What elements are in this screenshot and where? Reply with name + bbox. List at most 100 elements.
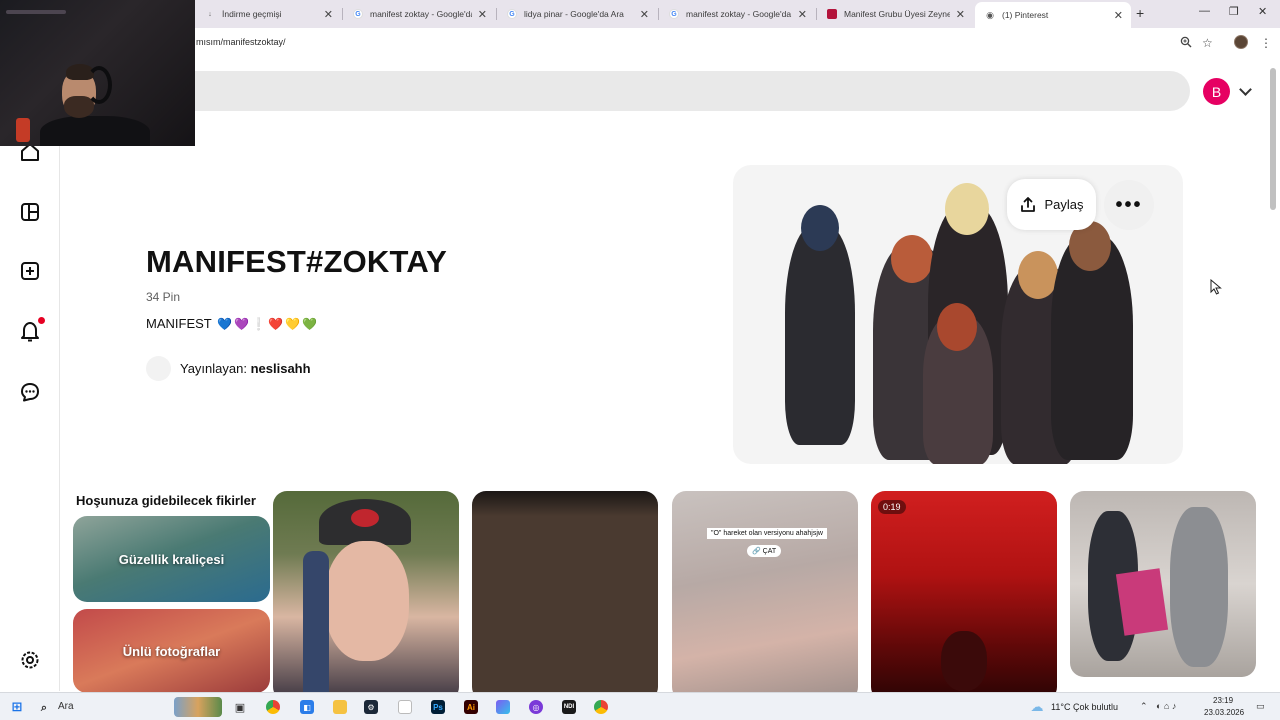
- bookmark-star-icon[interactable]: ☆: [1202, 36, 1213, 50]
- owner-prefix: Yayınlayan:: [180, 361, 247, 376]
- red-heart-icon: ❤️: [268, 316, 284, 331]
- tab-pinterest[interactable]: ◉ (1) Pinterest ✕: [975, 2, 1131, 28]
- google-icon: G: [353, 9, 363, 19]
- search-input[interactable]: [148, 71, 1190, 111]
- pin-image-person: [1170, 507, 1228, 667]
- pin-image-face: [325, 541, 409, 661]
- ideas-title: Hoşunuza gidebilecek fikirler: [76, 493, 256, 508]
- pin-card-video[interactable]: 0:19: [871, 491, 1057, 701]
- google-icon: G: [507, 9, 517, 19]
- tab-download-history[interactable]: ↓ İndirme geçmişi ✕: [195, 4, 341, 24]
- close-tab-icon[interactable]: ✕: [956, 8, 965, 21]
- webcam-background-shelf: [6, 10, 66, 14]
- photoshop-icon[interactable]: Ps: [431, 700, 445, 714]
- app-icon[interactable]: ◎: [529, 700, 543, 714]
- close-window-icon[interactable]: ✕: [1258, 5, 1267, 18]
- search-highlight-image[interactable]: [174, 697, 222, 717]
- tab-manifest-article[interactable]: Manifest Grubu Üyesi Zeynep S ✕: [817, 4, 973, 24]
- tab-google-search-3[interactable]: G manifest zoktay - Google'da Ara ✕: [659, 4, 815, 24]
- minimize-icon[interactable]: —: [1199, 5, 1210, 17]
- owner-avatar[interactable]: [146, 356, 171, 381]
- url-field[interactable]: mısım/manifestzoktay/: [196, 37, 286, 47]
- webcam-overlay: [0, 0, 195, 146]
- clock-date[interactable]: 23.03.2026: [1204, 708, 1244, 717]
- tab-google-search-2[interactable]: G lidya pinar - Google'da Ara ✕: [497, 4, 657, 24]
- cover-person: [785, 225, 855, 445]
- pin-caption: "O" hareket olan versiyonu ahahjsjw: [707, 528, 827, 539]
- mouse-cursor-icon: [1210, 278, 1222, 298]
- chevron-down-icon[interactable]: [1239, 83, 1252, 96]
- webcam-person-body: [40, 116, 150, 146]
- close-tab-icon[interactable]: ✕: [640, 8, 649, 21]
- taskbar-search[interactable]: Ara: [58, 701, 74, 712]
- pin-card[interactable]: [273, 491, 459, 701]
- idea-label: Güzellik kraliçesi: [118, 551, 225, 567]
- chat-icon[interactable]: [19, 381, 41, 403]
- user-avatar[interactable]: B: [1203, 78, 1230, 105]
- pin-count: 34 Pin: [146, 290, 181, 304]
- pin-image-magazine: [1115, 568, 1169, 636]
- tray-icons[interactable]: ◐ ⌂ ♪: [1156, 701, 1176, 711]
- bell-icon[interactable]: [19, 320, 41, 342]
- blue-heart-icon: 💙: [217, 316, 233, 331]
- owner-line: Yayınlayan: neslisahh: [180, 361, 311, 376]
- file-explorer-icon[interactable]: [333, 700, 347, 714]
- task-view-icon[interactable]: ▣: [233, 700, 247, 714]
- close-tab-icon[interactable]: ✕: [478, 8, 487, 21]
- headphones-icon: [86, 66, 112, 104]
- pin-image-person: [941, 631, 987, 691]
- restore-icon[interactable]: ❐: [1229, 5, 1239, 18]
- chrome-icon[interactable]: [266, 700, 280, 714]
- cover-person-hair: [945, 183, 989, 235]
- pin-image-hair: [303, 551, 329, 701]
- chrome-icon[interactable]: [594, 700, 608, 714]
- steam-icon[interactable]: ⚙: [364, 700, 378, 714]
- new-tab-button[interactable]: +: [1136, 5, 1144, 21]
- download-icon: ↓: [208, 10, 212, 18]
- browser-profile-avatar[interactable]: [1234, 35, 1248, 49]
- close-tab-icon[interactable]: ✕: [1114, 9, 1123, 22]
- windows-start-icon[interactable]: ⊞: [10, 699, 24, 714]
- pin-card[interactable]: "O" hareket olan versiyonu ahahjsjw 🔗 ÇA…: [672, 491, 858, 701]
- tray-chevron-icon[interactable]: ⌃: [1140, 701, 1148, 712]
- page-scrollbar[interactable]: [1270, 68, 1276, 210]
- idea-card-beauty-queen[interactable]: Güzellik kraliçesi: [73, 516, 270, 602]
- idea-card-celebrity-photos[interactable]: Ünlü fotoğraflar: [73, 609, 270, 693]
- idea-label: Ünlü fotoğraflar: [122, 643, 221, 659]
- windows-taskbar: ⊞ ⌕ Ara ▣ ◧ ⚙ Ps Ai ◎ NDI ☁ 11°C Çok bul…: [0, 692, 1280, 720]
- board-description-text: MANIFEST: [146, 316, 212, 331]
- close-tab-icon[interactable]: ✕: [324, 8, 333, 21]
- store-icon[interactable]: ◧: [300, 700, 314, 714]
- browser-menu-icon[interactable]: ⋮: [1260, 36, 1272, 50]
- pin-card[interactable]: [1070, 491, 1256, 677]
- close-tab-icon[interactable]: ✕: [798, 8, 807, 21]
- notifications-icon[interactable]: ▭: [1256, 701, 1265, 712]
- weather-cloud-icon: ☁: [1030, 699, 1044, 714]
- notepad-icon[interactable]: [398, 700, 412, 714]
- cover-person-hair: [937, 303, 977, 351]
- ndi-icon[interactable]: NDI: [562, 700, 576, 714]
- audio-playing-icon: ◉: [986, 9, 994, 20]
- share-button[interactable]: Paylaş: [1007, 179, 1096, 230]
- settings-icon[interactable]: [19, 649, 41, 671]
- illustrator-icon[interactable]: Ai: [464, 700, 478, 714]
- tab-google-search-1[interactable]: G manifest zoktay - Google'da Ara ✕: [343, 4, 495, 24]
- pin-card[interactable]: [472, 491, 658, 701]
- exclamation-icon: ❕: [251, 316, 267, 331]
- board-description: MANIFEST 💙 💜 ❕ ❤️ 💛 💚: [146, 316, 317, 331]
- search-icon[interactable]: ⌕: [38, 701, 50, 715]
- app-icon[interactable]: [496, 700, 510, 714]
- webcam-background-light: [16, 118, 30, 142]
- more-options-button[interactable]: •••: [1104, 180, 1154, 230]
- pin-link-chip[interactable]: 🔗 ÇAT: [747, 545, 782, 557]
- share-icon: [1021, 196, 1036, 212]
- owner-name-link[interactable]: neslisahh: [251, 361, 311, 376]
- green-heart-icon: 💚: [302, 316, 318, 331]
- grid-icon[interactable]: [19, 201, 41, 223]
- clock-time[interactable]: 23:19: [1213, 696, 1233, 705]
- create-icon[interactable]: [19, 260, 41, 282]
- google-icon: G: [669, 9, 679, 19]
- video-duration-badge: 0:19: [878, 500, 906, 514]
- zoom-icon[interactable]: [1180, 36, 1192, 51]
- weather-text[interactable]: 11°C Çok bulutlu: [1051, 702, 1118, 712]
